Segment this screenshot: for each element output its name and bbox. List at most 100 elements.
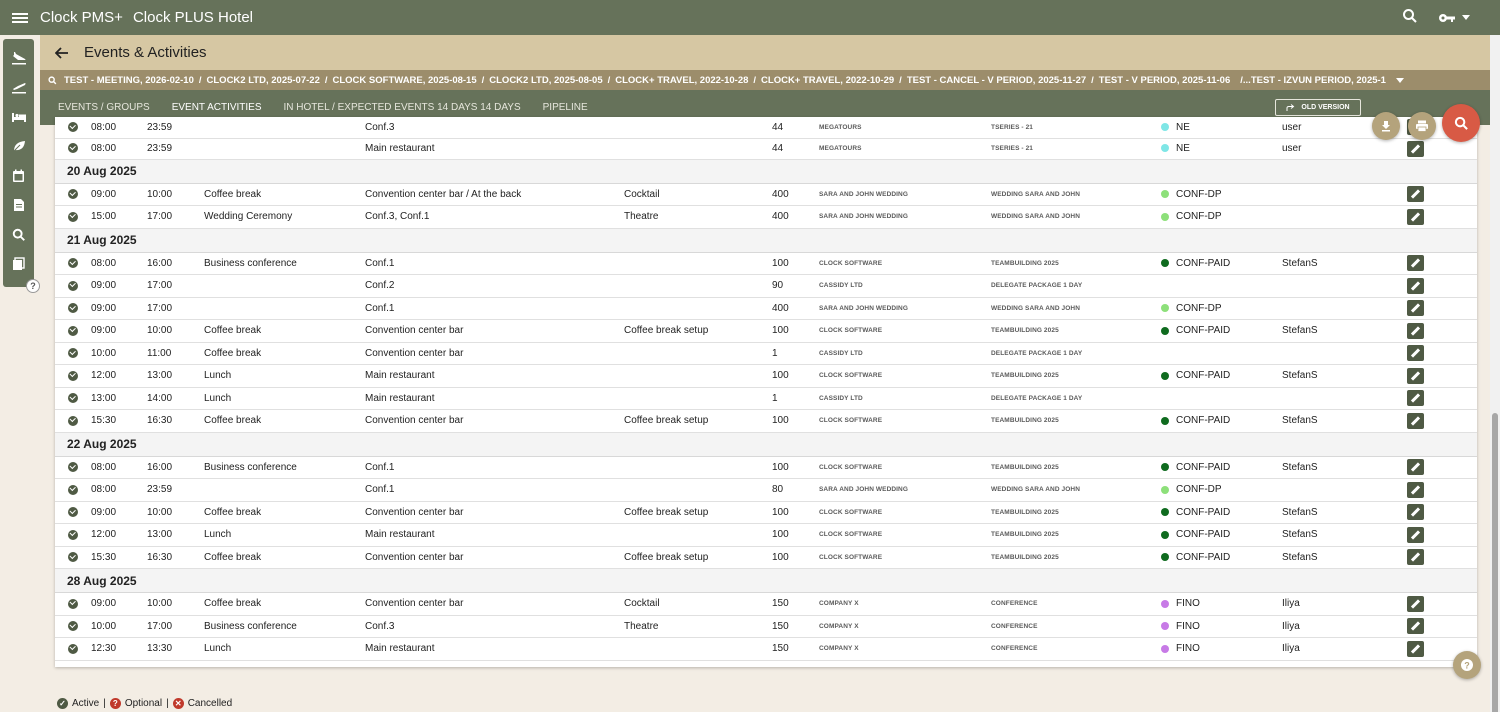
table-row[interactable]: 08:00 16:00 Business conference Conf.1 100 CL… (55, 456, 1477, 479)
edit-pencil-icon[interactable] (1407, 595, 1424, 612)
table-row[interactable]: 15:30 16:30 Coffee break Convention center … (55, 546, 1477, 569)
event-name[interactable]: CONFERENCE (991, 637, 1161, 661)
table-row[interactable]: 09:00 17:00 Conf.2 90 CASSIDY LTD DELEGATE PA… (55, 274, 1477, 298)
download-button[interactable] (1372, 112, 1400, 140)
breadcrumb-item[interactable]: TEST - CANCEL - V PERIOD, 2025-11-27 (907, 75, 1086, 86)
table-row[interactable]: 08:00 16:00 Business conference Conf.1 100 CL… (55, 252, 1477, 275)
table-row[interactable]: 08:00 23:59 Main restaurant 44 MEGATOURS TSER… (55, 138, 1477, 160)
scrollbar-thumb[interactable] (1492, 413, 1498, 712)
company-name[interactable]: CLOCK SOFTWARE (819, 546, 991, 569)
page-scrollbar[interactable] (1490, 35, 1500, 712)
event-name[interactable]: CONFERENCE (991, 592, 1161, 616)
departures-icon[interactable] (3, 73, 34, 103)
event-name[interactable]: TEAMBUILDING 2025 (991, 456, 1161, 479)
event-name[interactable]: CONFERENCE (991, 615, 1161, 638)
event-name[interactable]: DELEGATE PACKAGE 1 DAY (991, 342, 1161, 365)
table-row[interactable]: 09:00 10:00 Coffee break Convention center … (55, 183, 1477, 206)
table-row[interactable]: 09:00 10:00 Coffee break Convention center … (55, 592, 1477, 616)
event-name[interactable]: WEDDING SARA AND JOHN (991, 205, 1161, 229)
edit-pencil-icon[interactable] (1407, 504, 1424, 521)
breadcrumb-item[interactable]: CLOCK+ TRAVEL, 2022-10-29 (761, 75, 894, 86)
leaf-icon[interactable] (3, 132, 34, 162)
key-icon[interactable] (1438, 12, 1470, 24)
bed-icon[interactable] (3, 102, 34, 132)
company-name[interactable]: CASSIDY LTD (819, 274, 991, 298)
table-row[interactable]: 09:00 10:00 Coffee break Convention center … (55, 501, 1477, 524)
search-icon[interactable] (3, 220, 34, 250)
company-name[interactable]: COMPANY X (819, 592, 991, 616)
back-arrow-icon[interactable] (40, 35, 84, 70)
edit-pencil-icon[interactable] (1407, 481, 1424, 498)
table-row[interactable]: 12:30 13:30 Lunch Main restaurant 150 COMPANY… (55, 637, 1477, 661)
sidebar-help-icon[interactable]: ? (26, 279, 40, 293)
company-name[interactable]: CLOCK SOFTWARE (819, 501, 991, 524)
edit-pencil-icon[interactable] (1407, 390, 1424, 407)
edit-pencil-icon[interactable] (1407, 618, 1424, 635)
company-name[interactable]: COMPANY X (819, 637, 991, 661)
document-icon[interactable] (3, 191, 34, 221)
table-row[interactable]: 09:00 17:00 Conf.1 400 SARA AND JOHN WEDDING… (55, 297, 1477, 320)
breadcrumb-item[interactable]: CLOCK2 LTD, 2025-08-05 (489, 75, 602, 86)
edit-pencil-icon[interactable] (1407, 208, 1424, 225)
edit-pencil-icon[interactable] (1407, 526, 1424, 543)
event-name[interactable]: TSERIES - 21 (991, 138, 1161, 160)
company-name[interactable]: CASSIDY LTD (819, 387, 991, 410)
event-name[interactable]: TEAMBUILDING 2025 (991, 319, 1161, 343)
event-name[interactable]: TEAMBUILDING 2025 (991, 252, 1161, 275)
print-button[interactable] (1408, 112, 1436, 140)
event-name[interactable]: TSERIES - 21 (991, 117, 1161, 139)
breadcrumb-item[interactable]: CLOCK+ TRAVEL, 2022-10-28 (615, 75, 748, 86)
menu-icon[interactable] (0, 0, 40, 35)
event-name[interactable]: WEDDING SARA AND JOHN (991, 183, 1161, 206)
edit-pencil-icon[interactable] (1407, 345, 1424, 362)
company-name[interactable]: SARA AND JOHN WEDDING (819, 183, 991, 206)
hotel-name[interactable]: Clock PLUS Hotel (133, 9, 253, 26)
table-row[interactable]: 10:00 17:00 Business conference Conf.3 Theat… (55, 615, 1477, 638)
old-version-button[interactable]: OLD VERSION (1275, 99, 1361, 116)
company-name[interactable]: MEGATOURS (819, 138, 991, 160)
event-name[interactable]: WEDDING SARA AND JOHN (991, 478, 1161, 502)
table-row[interactable]: 12:00 13:00 Lunch Main restaurant 100 CLOCK S… (55, 523, 1477, 547)
edit-pencil-icon[interactable] (1407, 255, 1424, 272)
breadcrumb-item[interactable]: CLOCK2 LTD, 2025-07-22 (207, 75, 320, 86)
event-name[interactable]: TEAMBUILDING 2025 (991, 364, 1161, 388)
company-name[interactable]: CLOCK SOFTWARE (819, 456, 991, 479)
edit-pencil-icon[interactable] (1407, 459, 1424, 476)
table-row[interactable]: 15:00 17:00 Wedding Ceremony Conf.3, Conf.1… (55, 205, 1477, 229)
book-icon[interactable] (3, 250, 34, 280)
event-name[interactable]: DELEGATE PACKAGE 1 DAY (991, 274, 1161, 298)
edit-pencil-icon[interactable] (1407, 300, 1424, 317)
event-name[interactable]: TEAMBUILDING 2025 (991, 523, 1161, 547)
event-name[interactable]: TEAMBUILDING 2025 (991, 409, 1161, 433)
chevron-down-icon[interactable] (1395, 77, 1404, 83)
table-row[interactable]: 12:00 13:00 Lunch Main restaurant 100 CLOCK S… (55, 364, 1477, 388)
company-name[interactable]: CASSIDY LTD (819, 342, 991, 365)
event-name[interactable]: TEAMBUILDING 2025 (991, 501, 1161, 524)
table-row[interactable]: 15:30 16:30 Coffee break Convention center … (55, 409, 1477, 433)
company-name[interactable]: MEGATOURS (819, 117, 991, 139)
table-row[interactable]: 13:00 14:00 Lunch Main restaurant 1 CASSIDY L… (55, 387, 1477, 410)
search-fab-button[interactable] (1442, 104, 1480, 142)
table-row[interactable]: 08:00 23:59 Conf.1 80 SARA AND JOHN WEDDING W… (55, 478, 1477, 502)
company-name[interactable]: SARA AND JOHN WEDDING (819, 478, 991, 502)
company-name[interactable]: CLOCK SOFTWARE (819, 409, 991, 433)
event-name[interactable]: DELEGATE PACKAGE 1 DAY (991, 387, 1161, 410)
edit-pencil-icon[interactable] (1407, 640, 1424, 657)
edit-pencil-icon[interactable] (1407, 186, 1424, 203)
company-name[interactable]: CLOCK SOFTWARE (819, 523, 991, 547)
search-icon[interactable] (1402, 8, 1418, 27)
edit-pencil-icon[interactable] (1407, 322, 1424, 339)
edit-pencil-icon[interactable] (1407, 412, 1424, 429)
breadcrumb-item[interactable]: TEST - V PERIOD, 2025-11-06 (1099, 75, 1230, 86)
calendar-icon[interactable] (3, 161, 34, 191)
company-name[interactable]: COMPANY X (819, 615, 991, 638)
edit-pencil-icon[interactable] (1407, 277, 1424, 294)
event-name[interactable]: WEDDING SARA AND JOHN (991, 297, 1161, 320)
table-row[interactable]: 10:00 11:00 Coffee break Convention center … (55, 342, 1477, 365)
help-button[interactable]: ? (1453, 651, 1481, 679)
chevron-down-icon[interactable] (1462, 15, 1470, 20)
company-name[interactable]: CLOCK SOFTWARE (819, 319, 991, 343)
table-row[interactable]: 09:00 10:00 Coffee break Convention center … (55, 319, 1477, 343)
company-name[interactable]: CLOCK SOFTWARE (819, 364, 991, 388)
breadcrumb-item[interactable]: CLOCK SOFTWARE, 2025-08-15 (333, 75, 477, 86)
